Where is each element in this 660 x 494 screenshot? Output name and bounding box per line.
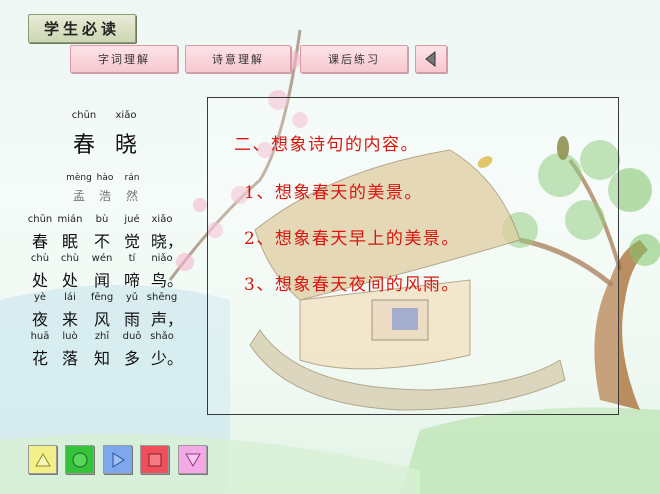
line-char: 春 (31, 232, 48, 251)
line-char: 少。 (150, 349, 183, 368)
line-char: 晓， (150, 232, 183, 251)
line-char: 知 (93, 349, 110, 368)
triangle-down-icon (184, 453, 201, 467)
triangle-up-icon (34, 452, 51, 466)
poem-author-char: 浩 (98, 189, 111, 203)
tab-poem-meaning[interactable]: 诗意理解 (185, 45, 291, 73)
line-char: 声， (150, 310, 183, 329)
play-icon (112, 451, 125, 468)
panel-heading: 二、想象诗句的内容。 (234, 135, 419, 155)
line-char: 来 (61, 310, 78, 329)
triangle-left-icon (425, 51, 436, 67)
first-button[interactable] (28, 445, 57, 474)
poem-title-char: 春 (72, 133, 95, 158)
poem-author-char: 然 (125, 189, 138, 203)
panel-item: 2、想象春天早上的美景。 (244, 229, 460, 249)
author-pinyin: rán (124, 173, 140, 183)
tab-exercises[interactable]: 课后练习 (300, 45, 408, 73)
back-button[interactable] (415, 45, 447, 73)
line-pinyin: xiǎo (151, 214, 173, 225)
line-char: 夜 (31, 310, 48, 329)
line-pinyin: shǎo (150, 331, 174, 342)
content-panel: 二、想象诗句的内容。 1、想象春天的美景。 2、想象春天早上的美景。 3、想象春… (207, 97, 619, 415)
line-char: 眠 (61, 232, 78, 251)
line-char: 处 (31, 271, 48, 290)
line-char: 多 (123, 349, 140, 368)
line-char: 鸟。 (150, 271, 183, 290)
stop-button[interactable] (140, 445, 169, 474)
line-char: 雨 (123, 310, 140, 329)
stop-icon (148, 453, 161, 466)
line-char: 风 (93, 310, 110, 329)
title-pinyin: xiǎo (115, 110, 137, 121)
home-button[interactable] (65, 445, 94, 474)
line-char: 处 (61, 271, 78, 290)
line-char: 花 (31, 349, 48, 368)
line-char: 觉 (123, 232, 140, 251)
poem-title-char: 晓 (114, 133, 137, 158)
line-char: 不 (93, 232, 110, 251)
play-button[interactable] (103, 445, 132, 474)
last-button[interactable] (178, 445, 207, 474)
line-char: 闻 (93, 271, 110, 290)
line-char: 啼 (123, 271, 140, 290)
line-pinyin: shēng (146, 292, 178, 303)
line-pinyin: niǎo (151, 253, 173, 264)
panel-item: 1、想象春天的美景。 (244, 183, 423, 203)
title-pinyin: chūn (71, 110, 97, 121)
line-char: 落 (61, 349, 78, 368)
student-must-read-badge: 学生必读 (28, 14, 136, 43)
panel-item: 3、想象春天夜间的风雨。 (244, 275, 460, 295)
circle-icon (71, 451, 88, 468)
tab-word-comprehension[interactable]: 字词理解 (70, 45, 178, 73)
